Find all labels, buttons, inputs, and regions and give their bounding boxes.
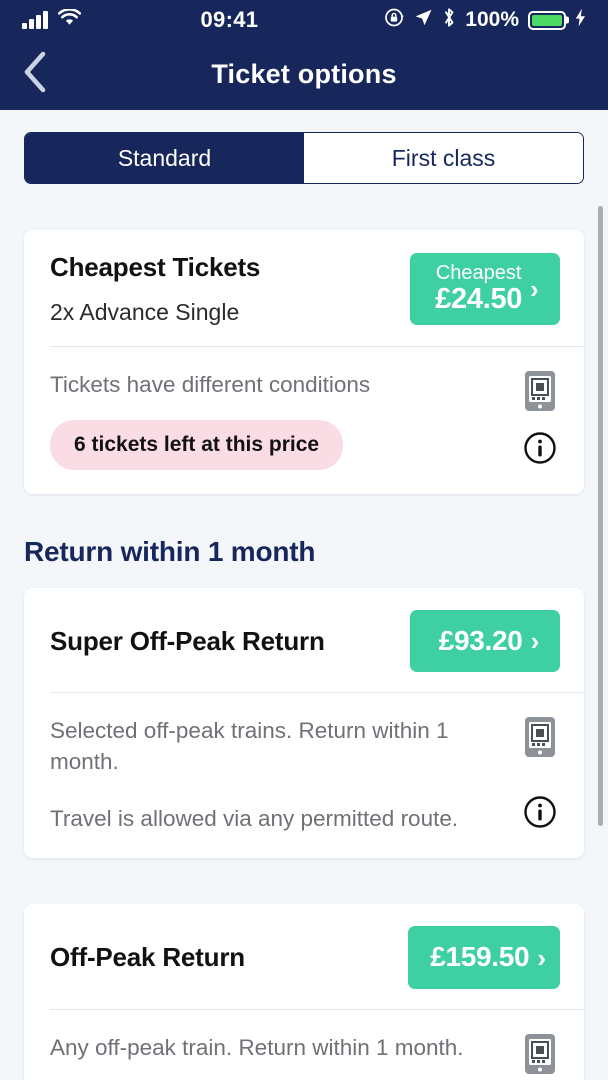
navigation-bar: Ticket options xyxy=(0,40,608,110)
app-screen: 09:41 100% Ticket options Standard First… xyxy=(0,0,608,1080)
ticket-card-titles: Super Off-Peak Return xyxy=(50,626,410,657)
ticket-card-body-text: Selected off-peak trains. Return within … xyxy=(50,715,516,834)
cheapest-tickets-body: Tickets have different conditions 6 tick… xyxy=(24,347,584,494)
cheapest-tickets-body-text: Tickets have different conditions 6 tick… xyxy=(50,369,516,471)
info-circle-icon[interactable] xyxy=(523,431,557,470)
ticket-card-body: Selected off-peak trains. Return within … xyxy=(24,693,584,858)
scroll-content: Standard First class Cheapest Tickets 2x… xyxy=(0,110,608,1080)
wifi-icon xyxy=(57,8,81,31)
ticket-card-title: Super Off-Peak Return xyxy=(50,625,325,656)
signal-icon xyxy=(22,10,48,29)
back-button[interactable] xyxy=(8,48,62,102)
cheapest-tickets-price-button[interactable]: Cheapest £24.50 › xyxy=(410,252,560,326)
bluetooth-icon xyxy=(442,7,456,33)
info-circle-icon[interactable] xyxy=(523,795,557,834)
cheapest-price-stack: Cheapest £24.50 xyxy=(435,261,523,316)
status-bar: 09:41 100% xyxy=(0,0,608,40)
charging-bolt-icon xyxy=(575,8,586,32)
ticket-card: Super Off-Peak Return £93.20 › Selected … xyxy=(24,588,584,859)
ticket-card: Off-Peak Return £159.50 › Any off-peak t… xyxy=(24,904,584,1080)
ticket-card-header[interactable]: Off-Peak Return £159.50 › xyxy=(24,904,584,1008)
cheapest-tickets-titles: Cheapest Tickets 2x Advance Single xyxy=(50,252,410,326)
tab-first-class[interactable]: First class xyxy=(304,133,583,183)
cheapest-price-amount: £24.50 xyxy=(435,283,523,316)
cheapest-tickets-header[interactable]: Cheapest Tickets 2x Advance Single Cheap… xyxy=(24,230,584,346)
location-arrow-icon xyxy=(414,8,433,32)
status-badge: 6 tickets left at this price xyxy=(50,420,344,471)
status-bar-clock: 09:41 xyxy=(200,7,259,32)
chevron-right-icon: › xyxy=(530,274,539,304)
ticket-card-header[interactable]: Super Off-Peak Return £93.20 › xyxy=(24,588,584,692)
ticket-price-amount: £159.50 xyxy=(430,941,530,973)
cheapest-tickets-icons xyxy=(516,369,564,470)
ticket-price-amount: £93.20 xyxy=(438,625,523,657)
ticket-price-button[interactable]: £159.50 › xyxy=(408,926,560,989)
mobile-ticket-icon[interactable] xyxy=(523,1032,557,1080)
mobile-ticket-icon[interactable] xyxy=(523,369,557,418)
cheapest-conditions-text: Tickets have different conditions xyxy=(50,372,371,397)
ticket-card-titles: Off-Peak Return xyxy=(50,942,408,973)
ticket-price-button[interactable]: £93.20 › xyxy=(410,610,560,673)
chevron-right-icon: › xyxy=(537,942,546,973)
ticket-description-line-1: Any off-peak train. Return within 1 mont… xyxy=(50,1034,464,1060)
chevron-right-icon: › xyxy=(530,626,540,657)
ticket-price-stack: £159.50 xyxy=(430,942,529,972)
mobile-ticket-icon[interactable] xyxy=(523,715,557,764)
battery-icon xyxy=(528,10,566,30)
ticket-description-line-2: Travel is allowed via any permitted rout… xyxy=(50,806,459,832)
ticket-card-icons xyxy=(516,1032,564,1080)
ticket-card-body-text: Any off-peak train. Return within 1 mont… xyxy=(50,1032,516,1080)
tab-standard[interactable]: Standard xyxy=(25,133,304,183)
status-bar-right: 100% xyxy=(384,7,586,33)
ticket-card-icons xyxy=(516,715,564,834)
cheapest-tickets-card: Cheapest Tickets 2x Advance Single Cheap… xyxy=(24,230,584,495)
class-segmented-control: Standard First class xyxy=(24,132,584,184)
rotation-lock-icon xyxy=(384,7,405,33)
page-title: Ticket options xyxy=(211,59,397,89)
ticket-card-body: Any off-peak train. Return within 1 mont… xyxy=(24,1010,584,1080)
vertical-scrollbar[interactable] xyxy=(598,206,603,826)
chevron-left-icon xyxy=(22,51,49,98)
status-bar-left xyxy=(22,8,81,31)
battery-percent-label: 100% xyxy=(465,8,519,31)
section-title-return-within-1-month: Return within 1 month xyxy=(24,536,316,568)
ticket-description-line-1: Selected off-peak trains. Return within … xyxy=(50,718,449,775)
cheapest-tickets-subtitle: 2x Advance Single xyxy=(50,299,240,325)
cheapest-tickets-title: Cheapest Tickets xyxy=(50,252,261,282)
ticket-card-title: Off-Peak Return xyxy=(50,942,245,973)
ticket-price-stack: £93.20 xyxy=(438,625,523,657)
cheapest-price-tag: Cheapest xyxy=(435,261,522,284)
